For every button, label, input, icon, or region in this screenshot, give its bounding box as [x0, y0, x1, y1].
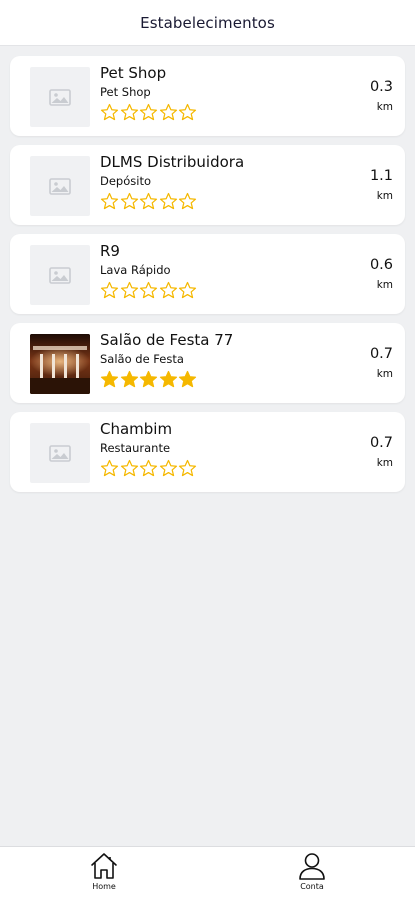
star-outline-icon	[178, 103, 197, 120]
app-screen: Estabelecimentos Pet Shop Pet Shop 0.3 k…	[0, 0, 415, 900]
star-outline-icon	[178, 459, 197, 476]
distance: 0.7 km	[370, 345, 393, 381]
establishment-card[interactable]: Pet Shop Pet Shop 0.3 km	[10, 56, 405, 136]
nav-account-label: Conta	[300, 882, 324, 891]
star-outline-icon	[100, 459, 119, 476]
distance-value: 0.7	[369, 435, 393, 451]
establishment-thumbnail	[30, 156, 90, 216]
distance: 0.6 km	[370, 256, 393, 292]
top-bar: Estabelecimentos	[0, 0, 415, 46]
image-placeholder-icon	[49, 88, 71, 106]
distance-value: 0.3	[369, 79, 393, 95]
star-outline-icon	[100, 103, 119, 120]
establishment-name: Salão de Festa 77	[100, 331, 234, 349]
establishment-thumbnail	[30, 245, 90, 305]
establishment-name: DLMS Distribuidora	[100, 153, 245, 171]
rating-stars	[100, 102, 335, 122]
establishment-photo	[30, 334, 90, 394]
establishment-thumbnail	[30, 423, 90, 483]
image-placeholder-icon	[49, 177, 71, 195]
establishment-card[interactable]: Chambim Restaurante 0.7 km	[10, 412, 405, 492]
distance: 0.3 km	[370, 78, 393, 114]
star-outline-icon	[120, 459, 138, 476]
star-outline-icon	[139, 281, 158, 298]
star-filled-icon	[159, 370, 177, 387]
nav-account-button[interactable]: Conta	[282, 851, 342, 899]
star-outline-icon	[159, 281, 177, 298]
star-outline-icon	[120, 192, 138, 209]
distance-unit: km	[376, 101, 393, 113]
star-outline-icon	[139, 459, 158, 476]
establishment-category: Salão de Festa	[100, 352, 184, 366]
rating-stars	[100, 191, 335, 211]
distance-unit: km	[376, 457, 393, 469]
star-filled-icon	[120, 370, 138, 387]
star-outline-icon	[100, 192, 119, 209]
establishment-card[interactable]: DLMS Distribuidora Depósito 1.1 km	[10, 145, 405, 225]
establishment-category: Depósito	[100, 174, 151, 188]
image-placeholder-icon	[49, 266, 71, 284]
distance-value: 0.6	[369, 257, 393, 273]
star-outline-icon	[100, 281, 119, 298]
star-outline-icon	[139, 103, 158, 120]
distance-value: 1.1	[369, 168, 393, 184]
establishment-card[interactable]: R9 Lava Rápido 0.6 km	[10, 234, 405, 314]
home-icon	[91, 853, 117, 879]
distance-unit: km	[376, 368, 393, 380]
nav-home-button[interactable]: Home	[74, 851, 134, 899]
nav-home-label: Home	[92, 882, 116, 891]
distance-unit: km	[376, 279, 393, 291]
establishment-card[interactable]: Salão de Festa 77 Salão de Festa 0.7 km	[10, 323, 405, 403]
distance: 0.7 km	[370, 434, 393, 470]
distance: 1.1 km	[370, 167, 393, 203]
rating-stars	[100, 369, 335, 389]
party-hall-photo	[30, 334, 90, 394]
rating-stars	[100, 280, 335, 300]
rating-stars	[100, 458, 335, 478]
star-outline-icon	[178, 281, 197, 298]
bottom-navigation: Home Conta	[0, 846, 415, 900]
establishment-name: Chambim	[100, 420, 173, 438]
distance-unit: km	[376, 190, 393, 202]
establishment-name: Pet Shop	[100, 64, 167, 82]
star-filled-icon	[178, 370, 197, 387]
user-icon	[299, 853, 325, 880]
establishment-list: Pet Shop Pet Shop 0.3 km DLMS Distribuid…	[0, 56, 415, 501]
star-outline-icon	[120, 103, 138, 120]
star-outline-icon	[120, 281, 138, 298]
distance-value: 0.7	[369, 346, 393, 362]
star-outline-icon	[178, 192, 197, 209]
establishment-name: R9	[100, 242, 120, 260]
establishment-thumbnail	[30, 67, 90, 127]
page-title: Estabelecimentos	[140, 13, 275, 32]
establishment-category: Lava Rápido	[100, 263, 171, 277]
star-filled-icon	[100, 370, 119, 387]
star-filled-icon	[139, 370, 158, 387]
establishment-category: Restaurante	[100, 441, 171, 455]
image-placeholder-icon	[49, 444, 71, 462]
star-outline-icon	[139, 192, 158, 209]
star-outline-icon	[159, 103, 177, 120]
establishment-category: Pet Shop	[100, 85, 151, 99]
star-outline-icon	[159, 192, 177, 209]
star-outline-icon	[159, 459, 177, 476]
